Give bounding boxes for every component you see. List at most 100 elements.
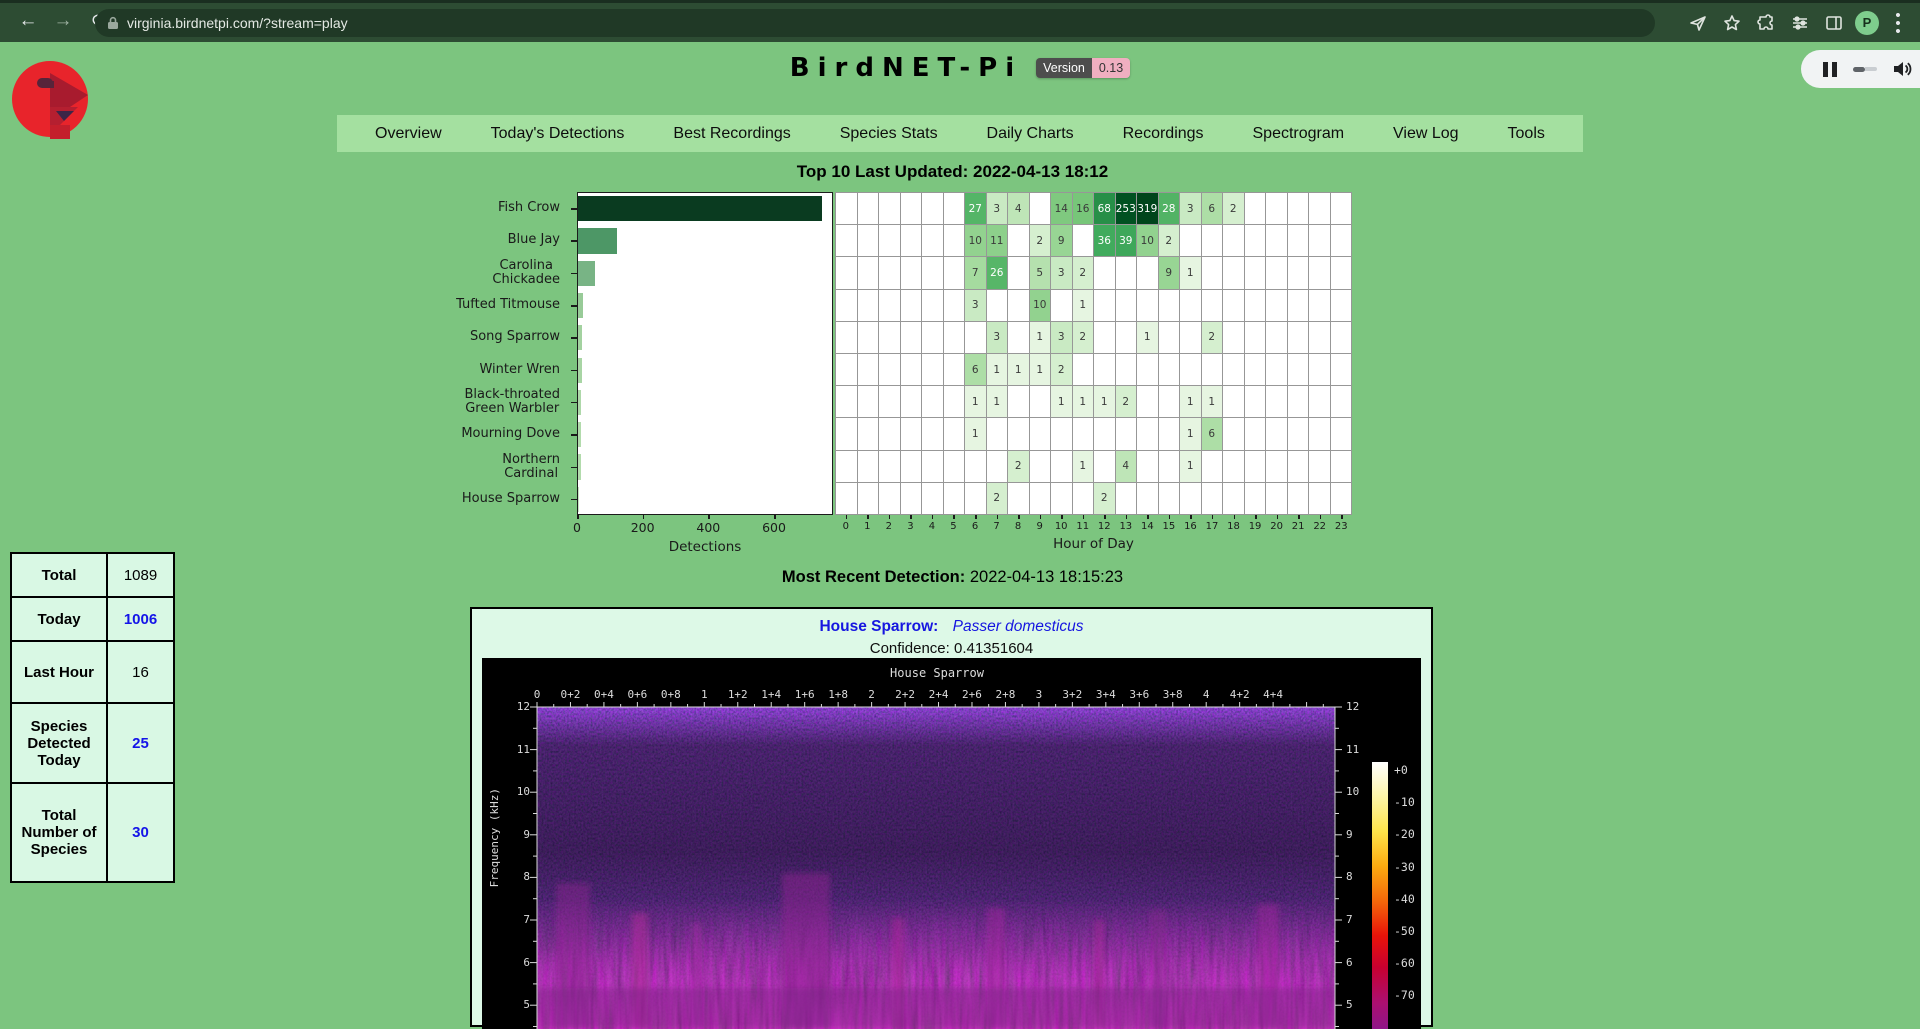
heatmap-cell bbox=[1051, 418, 1072, 449]
heatmap-cell: 6 bbox=[1202, 193, 1223, 224]
detection-species-line: House Sparrow: Passer domesticus bbox=[472, 618, 1431, 636]
nav-item-view-log[interactable]: View Log bbox=[1393, 125, 1459, 143]
heatmap-cell bbox=[922, 193, 943, 224]
stats-label: Species Detected Today bbox=[11, 703, 107, 783]
heatmap-cell: 2 bbox=[1030, 225, 1051, 256]
address-bar[interactable]: virginia.birdnetpi.com/?stream=play bbox=[95, 9, 1655, 37]
detections-bar bbox=[578, 325, 582, 350]
heatmap-cell bbox=[944, 193, 965, 224]
nav-item-tools[interactable]: Tools bbox=[1508, 125, 1545, 143]
tune-sliders-icon[interactable] bbox=[1791, 14, 1809, 32]
heatmap-cell bbox=[858, 322, 879, 353]
stats-label: Today bbox=[11, 597, 107, 641]
heatmap-cell bbox=[987, 451, 1008, 482]
most-recent-value: 2022-04-13 18:15:23 bbox=[970, 568, 1123, 586]
bar-axis-tick: 0 bbox=[573, 520, 581, 535]
bookmark-star-icon[interactable] bbox=[1723, 14, 1741, 32]
heatmap-cell: 3 bbox=[987, 193, 1008, 224]
heatmap-cell: 2 bbox=[1223, 193, 1244, 224]
species-label: Carolina Chickadee bbox=[385, 257, 570, 289]
detection-scientific-name-link[interactable]: Passer domesticus bbox=[953, 618, 1084, 635]
heatmap-cell bbox=[1008, 418, 1029, 449]
heatmap-cell bbox=[1331, 290, 1352, 321]
species-label: Mourning Dove bbox=[385, 418, 570, 450]
heatmap-cell bbox=[1245, 225, 1266, 256]
pause-button[interactable] bbox=[1823, 62, 1837, 77]
heatmap-cell: 2 bbox=[1159, 225, 1180, 256]
heatmap-cell bbox=[1180, 225, 1201, 256]
most-recent-detection: Most Recent Detection: 2022-04-13 18:15:… bbox=[470, 568, 1435, 587]
heatmap-cell: 1 bbox=[965, 418, 986, 449]
spectrogram-time-tick: 2+8 bbox=[996, 688, 1016, 701]
extensions-puzzle-icon[interactable] bbox=[1757, 14, 1775, 32]
heatmap-xaxis-label: Hour of Day bbox=[1053, 536, 1134, 552]
heatmap-cell bbox=[879, 257, 900, 288]
hour-axis-tick: 9 bbox=[1036, 521, 1042, 532]
side-panel-icon[interactable] bbox=[1825, 14, 1843, 32]
stats-value-link[interactable]: 25 bbox=[132, 735, 149, 752]
heatmap-cell bbox=[944, 386, 965, 417]
detection-common-name-link[interactable]: House Sparrow: bbox=[819, 618, 938, 635]
nav-item-spectrogram[interactable]: Spectrogram bbox=[1253, 125, 1345, 143]
spectrogram-freq-tick: 8 bbox=[496, 870, 530, 883]
heatmap-cell bbox=[1331, 483, 1352, 514]
audio-progress-bar[interactable] bbox=[1853, 67, 1877, 72]
heatmap-cell bbox=[1288, 483, 1309, 514]
heatmap-cell bbox=[1094, 322, 1115, 353]
spectrogram-freq-tick: 10 bbox=[496, 785, 530, 798]
heatmap-cell bbox=[1137, 354, 1158, 385]
heatmap-cell bbox=[1008, 483, 1029, 514]
heatmap-cell bbox=[922, 322, 943, 353]
browser-back-button[interactable]: ← bbox=[13, 6, 43, 36]
heatmap-cell bbox=[1073, 354, 1094, 385]
heatmap-cell bbox=[1094, 354, 1115, 385]
heatmap-cell: 1 bbox=[1180, 451, 1201, 482]
hour-axis-tick: 6 bbox=[972, 521, 978, 532]
nav-item-overview[interactable]: Overview bbox=[375, 125, 442, 143]
heatmap-cell bbox=[1309, 290, 1330, 321]
volume-icon[interactable] bbox=[1892, 60, 1912, 78]
most-recent-label: Most Recent Detection: bbox=[782, 568, 965, 586]
browser-forward-button[interactable]: → bbox=[48, 6, 78, 36]
heatmap-cell bbox=[901, 257, 922, 288]
heatmap-cell bbox=[879, 354, 900, 385]
heatmap-cell bbox=[1116, 483, 1137, 514]
heatmap-cell: 11 bbox=[987, 225, 1008, 256]
stats-row: Today 1006 bbox=[11, 597, 174, 641]
heatmap-cell bbox=[1008, 225, 1029, 256]
heatmap-cell: 1 bbox=[1180, 386, 1201, 417]
heatmap-cell bbox=[1137, 451, 1158, 482]
hour-axis-tick: 22 bbox=[1313, 521, 1326, 532]
hour-axis-tick: 0 bbox=[843, 521, 849, 532]
heatmap-cell bbox=[922, 354, 943, 385]
heatmap-cell bbox=[879, 418, 900, 449]
heatmap-cell bbox=[1137, 386, 1158, 417]
heatmap-cell bbox=[1180, 322, 1201, 353]
heatmap-cell: 3 bbox=[987, 322, 1008, 353]
nav-item-today-s-detections[interactable]: Today's Detections bbox=[491, 125, 625, 143]
colorbar-tick: -40 bbox=[1394, 892, 1415, 906]
heatmap-cell: 26 bbox=[987, 257, 1008, 288]
heatmap-cell bbox=[836, 193, 857, 224]
spectrogram-time-tick: 2+6 bbox=[962, 688, 982, 701]
heatmap-cell bbox=[1051, 290, 1072, 321]
spectrogram-time-tick: 3 bbox=[1036, 688, 1043, 701]
nav-item-best-recordings[interactable]: Best Recordings bbox=[673, 125, 790, 143]
heatmap-cell: 2 bbox=[1073, 322, 1094, 353]
spectrogram-time-tick: 3+6 bbox=[1129, 688, 1149, 701]
stats-value-link[interactable]: 30 bbox=[132, 824, 149, 841]
spectrogram-time-tick: 4 bbox=[1203, 688, 1210, 701]
browser-menu-kebab-icon[interactable]: ••• bbox=[1893, 12, 1903, 36]
nav-item-daily-charts[interactable]: Daily Charts bbox=[987, 125, 1074, 143]
nav-bar: Overview Today's Detections Best Recording… bbox=[337, 115, 1583, 152]
spectrogram-image[interactable]: House Sparrow00+20+40+60+811+21+41+61+82… bbox=[482, 658, 1421, 1029]
heatmap-cell bbox=[1159, 386, 1180, 417]
heatmap-cell bbox=[922, 451, 943, 482]
send-icon[interactable] bbox=[1689, 14, 1707, 32]
nav-item-recordings[interactable]: Recordings bbox=[1123, 125, 1204, 143]
heatmap-cell bbox=[901, 290, 922, 321]
profile-avatar[interactable]: P bbox=[1855, 11, 1879, 35]
stats-value: 30 bbox=[107, 783, 174, 882]
nav-item-species-stats[interactable]: Species Stats bbox=[840, 125, 938, 143]
stats-value-link[interactable]: 1006 bbox=[124, 611, 157, 628]
